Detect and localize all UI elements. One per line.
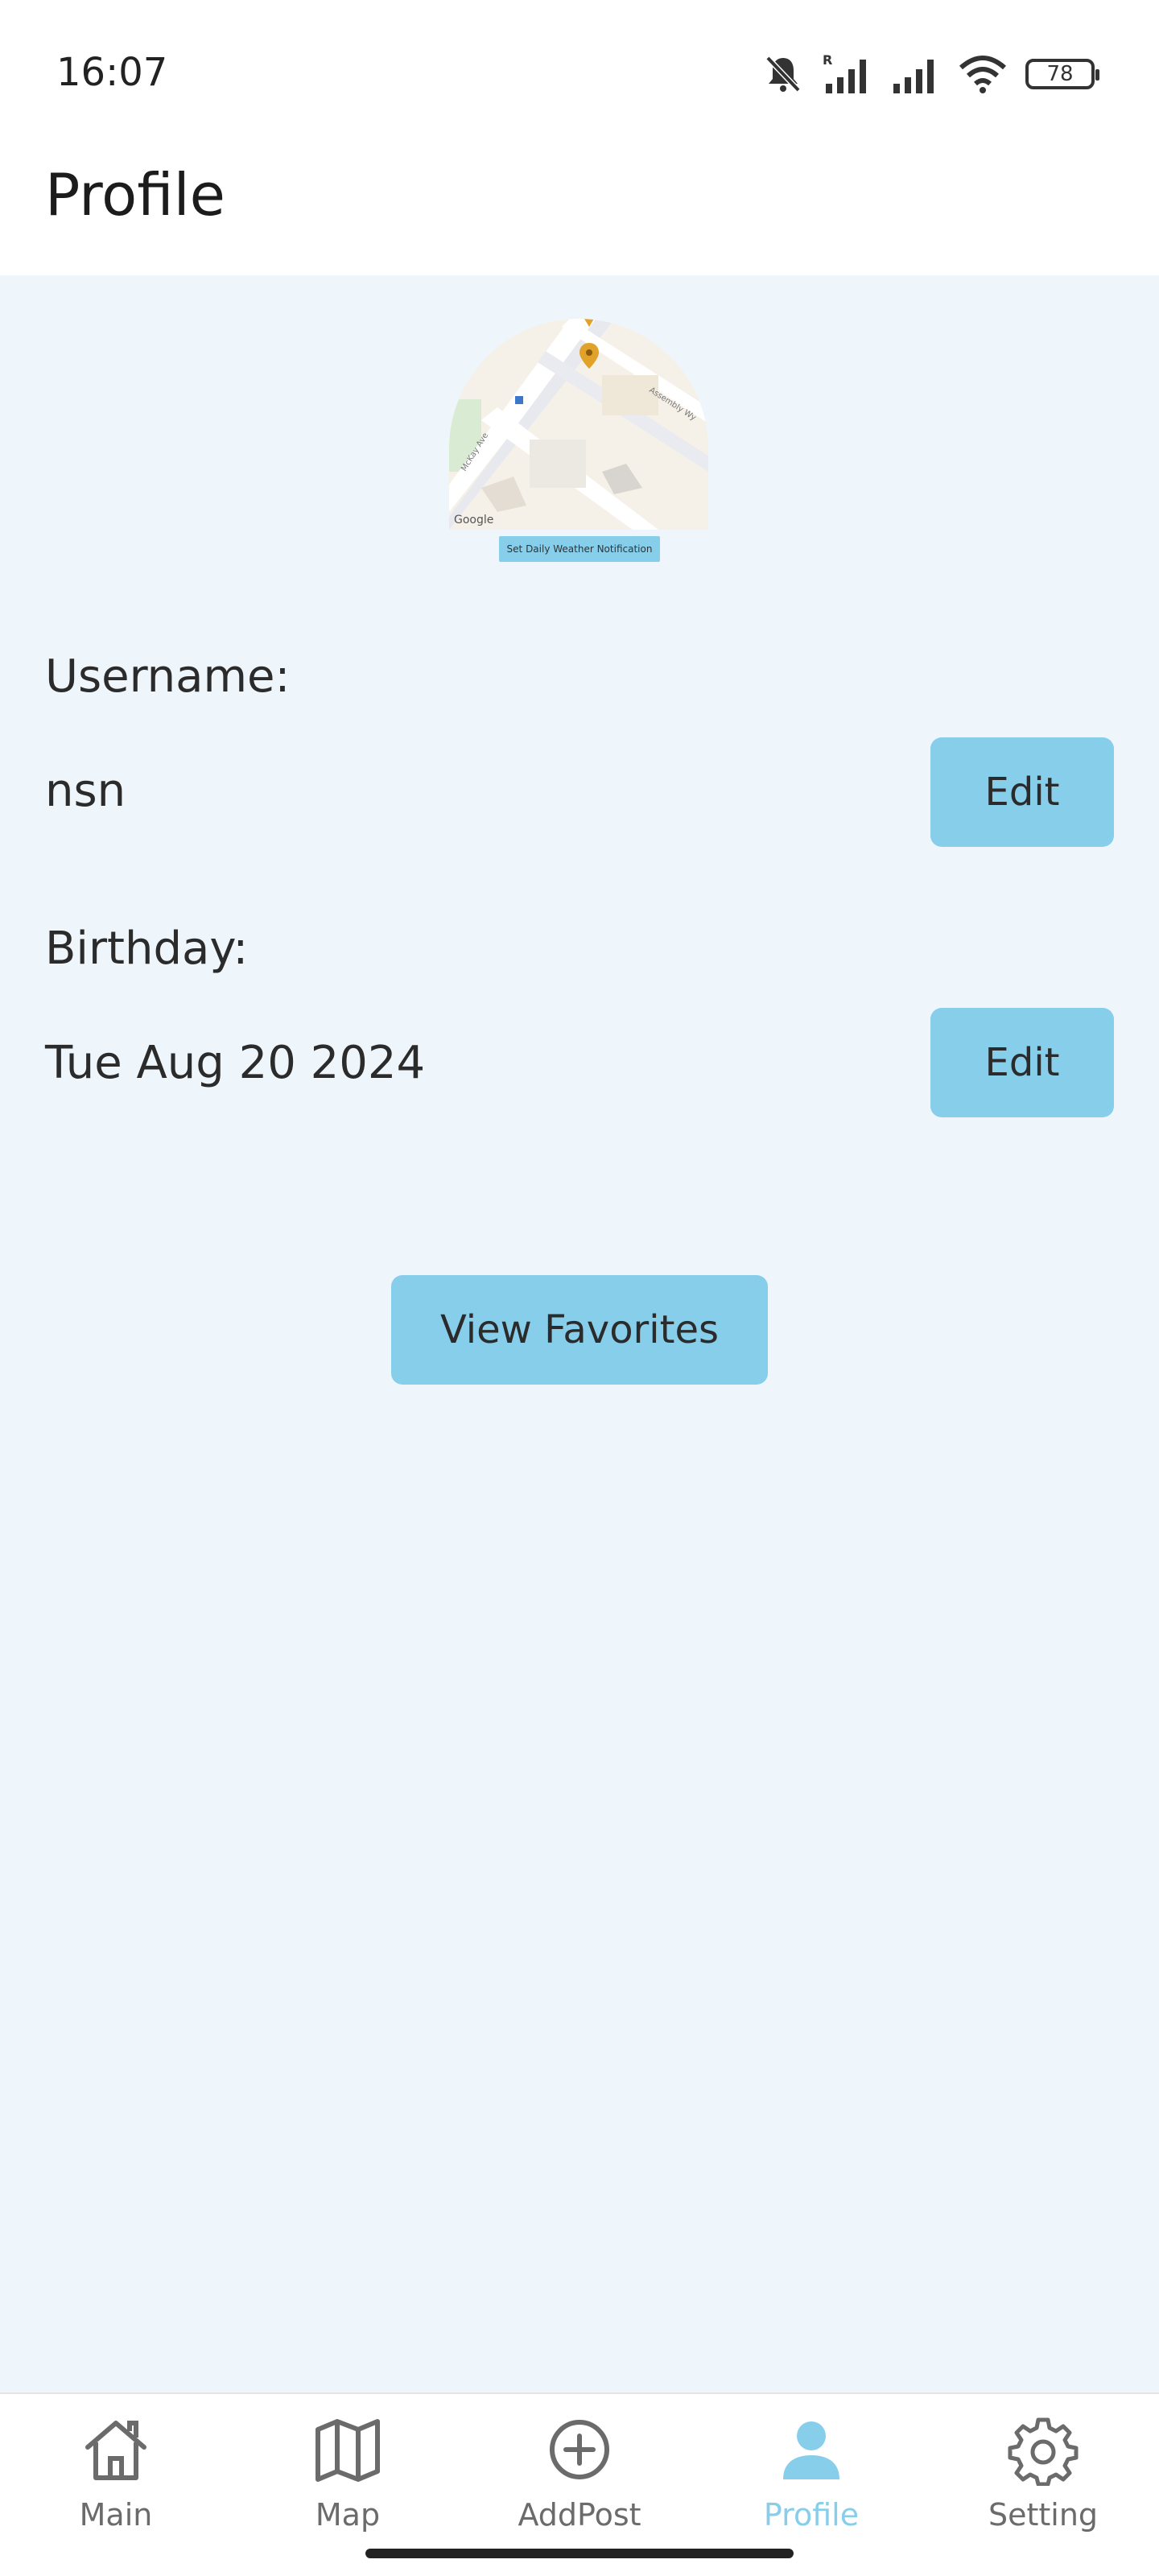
map-attribution: Google (454, 514, 494, 526)
person-icon (775, 2413, 848, 2486)
nav-label-addpost: AddPost (518, 2497, 641, 2533)
map-view[interactable]: Assembly Wy McKay Ave Google (449, 319, 708, 530)
edit-birthday-button[interactable]: Edit (930, 1008, 1114, 1117)
page-title: Profile (45, 161, 225, 229)
map-image: Assembly Wy McKay Ave (449, 319, 708, 530)
home-indicator[interactable] (365, 2549, 794, 2558)
add-circle-icon (543, 2413, 616, 2486)
nav-label-main: Main (79, 2497, 153, 2533)
home-icon (80, 2413, 152, 2486)
signal-icon (890, 53, 940, 95)
nav-label-profile: Profile (763, 2497, 860, 2533)
edit-username-button[interactable]: Edit (930, 737, 1114, 847)
nav-label-setting: Setting (988, 2497, 1099, 2533)
set-weather-notification-button[interactable]: Set Daily Weather Notification (499, 536, 660, 562)
status-icons: R 78 (761, 52, 1099, 97)
status-time: 16:07 (56, 50, 168, 95)
username-label: Username: (45, 650, 291, 703)
status-bar: 16:07 R 78 (0, 0, 1159, 145)
nav-item-addpost[interactable]: AddPost (491, 2413, 668, 2550)
battery-icon: 78 (1025, 59, 1099, 89)
app-header: Profile (0, 145, 1159, 275)
nav-label-map: Map (315, 2497, 381, 2533)
wifi-icon (958, 53, 1008, 95)
signal-roaming-icon: R (823, 53, 872, 95)
svg-text:R: R (823, 53, 832, 68)
silent-bell-icon (761, 53, 805, 95)
map-icon (311, 2413, 384, 2486)
username-value: nsn (45, 765, 126, 817)
nav-item-main[interactable]: Main (27, 2413, 204, 2550)
birthday-value: Tue Aug 20 2024 (45, 1037, 426, 1089)
gear-icon (1007, 2413, 1079, 2486)
battery-level: 78 (1046, 62, 1074, 86)
nav-item-setting[interactable]: Setting (955, 2413, 1132, 2550)
nav-item-profile[interactable]: Profile (723, 2413, 900, 2550)
view-favorites-button[interactable]: View Favorites (391, 1275, 768, 1385)
nav-item-map[interactable]: Map (259, 2413, 436, 2550)
birthday-label: Birthday: (45, 923, 249, 975)
